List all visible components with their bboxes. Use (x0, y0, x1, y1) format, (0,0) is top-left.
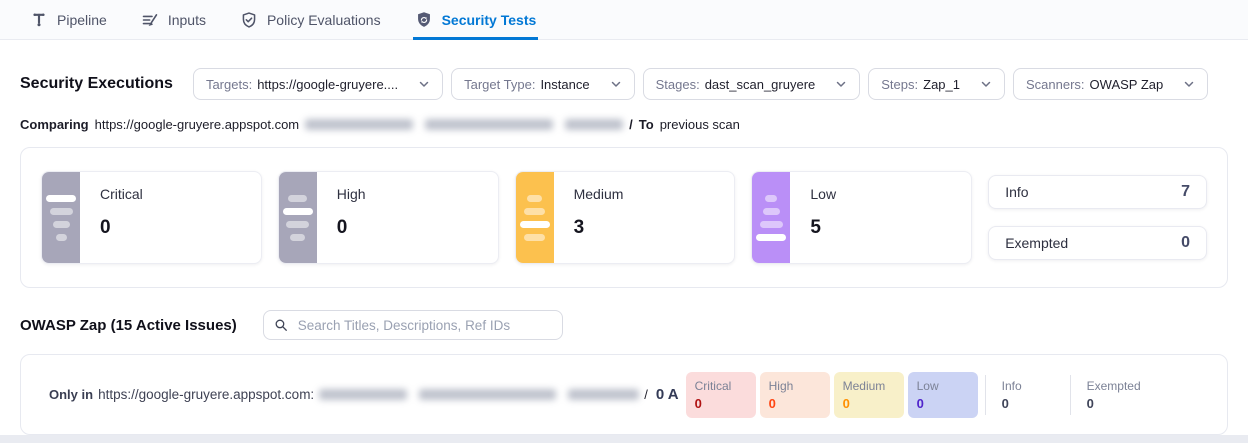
tab-policy-evaluations[interactable]: Policy Evaluations (240, 0, 381, 39)
pill-divider (985, 375, 986, 415)
chevron-down-icon (418, 78, 430, 90)
info-exempted-column: Info 7 Exempted 0 (988, 171, 1207, 264)
severity-meter-icon (516, 172, 554, 263)
filter-steps[interactable]: Steps: Zap_1 (868, 68, 1005, 100)
tab-pipeline[interactable]: Pipeline (30, 0, 107, 39)
severity-card-critical: Critical 0 (41, 171, 262, 264)
search-input[interactable] (296, 317, 552, 334)
severity-pill-medium: Medium 0 (834, 372, 904, 418)
issue-row-slash: / (644, 387, 648, 402)
count-card-info: Info 7 (988, 175, 1207, 209)
redacted-text (305, 119, 623, 130)
severity-summary-panel: Critical 0 High 0 Medium 3 Low 5 Info 7 … (20, 147, 1228, 288)
filter-scanners[interactable]: Scanners: OWASP Zap (1013, 68, 1208, 100)
filter-group: Targets: https://google-gruyere.... Targ… (193, 68, 1208, 100)
chevron-down-icon (980, 78, 992, 90)
issues-title: OWASP Zap (15 Active Issues) (20, 317, 237, 334)
issue-row-url: https://google-gruyere.appspot.com: (98, 387, 314, 402)
severity-card-low: Low 5 (751, 171, 972, 264)
chevron-down-icon (1183, 78, 1195, 90)
severity-pill-critical: Critical 0 (686, 372, 756, 418)
pill-divider (1070, 375, 1071, 415)
severity-meter-icon (752, 172, 790, 263)
severity-pill-exempted: Exempted 0 (1078, 372, 1148, 418)
severity-pill-low: Low 0 (908, 372, 978, 418)
severity-pill-group: Critical 0 High 0 Medium 0 Low 0 Info 0 … (686, 372, 1148, 418)
severity-pill-high: High 0 (760, 372, 830, 418)
severity-meter-icon (279, 172, 317, 263)
severity-meter-icon (42, 172, 80, 263)
main-content: Security Executions Targets: https://goo… (0, 68, 1248, 443)
comparing-to-label: To (639, 117, 654, 132)
search-icon (274, 318, 288, 332)
comparing-slash: / (629, 117, 633, 132)
comparing-line: Comparing https://google-gruyere.appspot… (20, 117, 1228, 132)
section-divider (0, 435, 1248, 443)
filter-stages[interactable]: Stages: dast_scan_gruyere (643, 68, 861, 100)
chevron-down-icon (610, 78, 622, 90)
tab-security-tests[interactable]: Security Tests (415, 0, 537, 39)
tab-inputs[interactable]: Inputs (141, 0, 206, 39)
comparing-label: Comparing (20, 117, 89, 132)
severity-card-high: High 0 (278, 171, 499, 264)
filter-targets[interactable]: Targets: https://google-gruyere.... (193, 68, 443, 100)
redacted-text (319, 389, 639, 400)
issue-row[interactable]: Only in https://google-gruyere.appspot.c… (20, 354, 1228, 435)
page-title: Security Executions (20, 75, 173, 93)
pipeline-icon (30, 11, 48, 29)
active-issue-count: 0 A (656, 386, 679, 403)
tab-bar: Pipeline Inputs Policy Evaluations Secur… (0, 0, 1248, 40)
only-in-label: Only in (49, 387, 93, 402)
security-tests-icon (415, 11, 433, 29)
inputs-icon (141, 11, 159, 29)
filter-target-type[interactable]: Target Type: Instance (451, 68, 634, 100)
count-card-exempted: Exempted 0 (988, 226, 1207, 260)
search-box (263, 310, 563, 340)
policy-evaluations-icon (240, 11, 258, 29)
comparing-url: https://google-gruyere.appspot.com (95, 117, 300, 132)
filters-row: Security Executions Targets: https://goo… (20, 68, 1228, 100)
severity-card-medium: Medium 3 (515, 171, 736, 264)
issues-header: OWASP Zap (15 Active Issues) (20, 310, 1228, 340)
chevron-down-icon (835, 78, 847, 90)
comparing-to-value: previous scan (660, 117, 740, 132)
severity-pill-info: Info 0 (993, 372, 1063, 418)
